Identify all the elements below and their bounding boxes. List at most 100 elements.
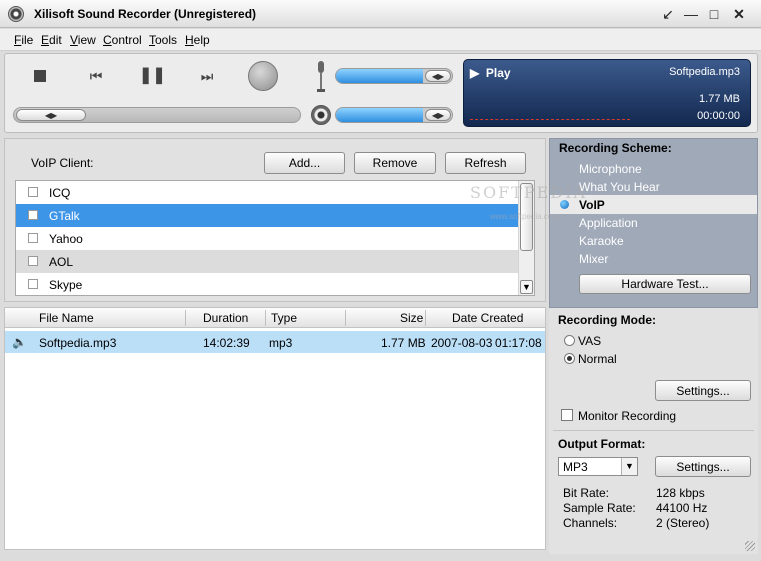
scheme-item-application[interactable]: Application xyxy=(579,216,638,230)
voip-client-row-selected[interactable]: GTalk xyxy=(16,204,520,227)
monitor-recording-label: Monitor Recording xyxy=(578,409,677,423)
display-file-size: 1.77 MB xyxy=(699,93,740,105)
softpedia-watermark-url: www.softpedia.com xyxy=(490,212,559,221)
scheme-item-mixer[interactable]: Mixer xyxy=(579,252,608,266)
output-format-select[interactable]: MP3 ▼ xyxy=(558,457,638,476)
playback-volume-slider[interactable]: ◀▶ xyxy=(335,107,453,123)
app-icon xyxy=(8,6,24,22)
menu-bar: File Edit View Control Tools Help xyxy=(0,29,761,51)
scheme-item-karaoke[interactable]: Karaoke xyxy=(579,234,624,248)
scroll-down-icon[interactable]: ▼ xyxy=(520,280,533,294)
voip-client-row[interactable]: Yahoo xyxy=(16,227,520,250)
client-checkbox[interactable] xyxy=(28,279,38,289)
client-checkbox[interactable] xyxy=(28,210,38,220)
display-file-name: Softpedia.mp3 xyxy=(669,66,740,78)
column-divider[interactable] xyxy=(345,310,346,326)
monitor-recording-checkbox[interactable] xyxy=(561,409,573,421)
minimize-button[interactable]: — xyxy=(683,6,699,22)
file-list-panel: File Name Duration Type Size Date Create… xyxy=(4,307,546,550)
client-checkbox[interactable] xyxy=(28,233,38,243)
time-cell: 01:17:08 xyxy=(495,336,542,350)
minimize-icon[interactable]: ↙ xyxy=(660,6,676,22)
vas-label: VAS xyxy=(578,334,602,348)
type-cell: mp3 xyxy=(269,336,293,350)
previous-button[interactable]: ⏮ xyxy=(84,64,108,88)
record-button[interactable] xyxy=(248,61,278,91)
menu-control[interactable]: Control xyxy=(103,33,142,47)
column-file-name[interactable]: File Name xyxy=(39,311,94,325)
voip-client-row[interactable]: AOL xyxy=(16,250,520,273)
hardware-test-button[interactable]: Hardware Test... xyxy=(579,274,751,294)
recording-mode-heading: Recording Mode: xyxy=(558,313,656,327)
resize-grip-icon[interactable] xyxy=(745,541,755,551)
refresh-button[interactable]: Refresh xyxy=(445,152,526,174)
add-client-button[interactable]: Add... xyxy=(264,152,345,174)
remove-client-button[interactable]: Remove xyxy=(354,152,436,174)
client-checkbox[interactable] xyxy=(28,256,38,266)
menu-edit[interactable]: Edit xyxy=(41,33,62,47)
voip-client-row[interactable]: Skype xyxy=(16,273,520,295)
column-divider[interactable] xyxy=(425,310,426,326)
column-size[interactable]: Size xyxy=(400,311,423,325)
file-row[interactable]: 🔈 Softpedia.mp3 14:02:39 mp3 1.77 MB 200… xyxy=(5,331,545,353)
vas-radio[interactable] xyxy=(564,335,575,346)
column-date-created[interactable]: Date Created xyxy=(452,311,523,325)
record-volume-fill xyxy=(336,69,423,83)
column-duration[interactable]: Duration xyxy=(203,311,248,325)
playback-progress-bar[interactable]: ◀▶ xyxy=(13,107,301,123)
column-divider[interactable] xyxy=(265,310,266,326)
menu-help[interactable]: Help xyxy=(185,33,210,47)
close-icon[interactable]: ✕ xyxy=(731,6,747,22)
speaker-icon: 🔈 xyxy=(12,335,27,349)
file-list-header: File Name Duration Type Size Date Create… xyxy=(5,308,545,328)
speaker-icon xyxy=(311,105,331,125)
record-volume-slider[interactable]: ◀▶ xyxy=(335,68,453,84)
pause-button[interactable]: ❚❚ xyxy=(139,64,166,88)
softpedia-watermark: SOFTPEDIA xyxy=(470,183,587,202)
stop-icon xyxy=(34,70,46,82)
mode-settings-button[interactable]: Settings... xyxy=(655,380,751,401)
window-title: Xilisoft Sound Recorder (Unregistered) xyxy=(34,7,257,21)
playback-volume-thumb[interactable]: ◀▶ xyxy=(425,109,451,121)
next-icon: ⏭ xyxy=(200,68,214,84)
display-time: 00:00:00 xyxy=(697,110,740,122)
normal-radio[interactable] xyxy=(564,353,575,364)
playback-volume-fill xyxy=(336,108,423,122)
channels-label: Channels: xyxy=(563,516,618,530)
previous-icon: ⏮ xyxy=(89,68,103,84)
sample-rate-value: 44100 Hz xyxy=(656,501,708,515)
menu-view[interactable]: View xyxy=(70,33,96,47)
menu-tools[interactable]: Tools xyxy=(149,33,177,47)
scheme-item-what-you-hear[interactable]: What You Hear xyxy=(579,180,660,194)
column-divider[interactable] xyxy=(185,310,186,326)
play-status: ▶ Play xyxy=(470,66,511,80)
sample-rate-label: Sample Rate: xyxy=(563,501,636,515)
play-icon: ▶ xyxy=(470,66,480,80)
duration-cell: 14:02:39 xyxy=(203,336,250,350)
date-cell: 2007-08-03 xyxy=(431,336,493,350)
menu-file[interactable]: File xyxy=(14,33,33,47)
maximize-icon[interactable]: □ xyxy=(706,6,722,22)
record-volume-thumb[interactable]: ◀▶ xyxy=(425,70,451,82)
voip-client-label: VoIP Client: xyxy=(31,156,94,170)
voip-client-row[interactable]: ICQ xyxy=(16,181,520,204)
file-name-cell: Softpedia.mp3 xyxy=(39,336,117,350)
voip-client-list: ICQ GTalk Yahoo AOL Skype ▼ xyxy=(15,180,535,296)
next-button[interactable]: ⏭ xyxy=(195,64,219,88)
recording-scheme-heading: Recording Scheme: xyxy=(559,141,672,155)
voip-client-panel: VoIP Client: Add... Remove Refresh ICQ G… xyxy=(4,138,546,302)
output-format-heading: Output Format: xyxy=(558,437,646,451)
divider xyxy=(553,430,754,431)
title-bar: Xilisoft Sound Recorder (Unregistered) ↙… xyxy=(0,0,761,28)
channels-value: 2 (Stereo) xyxy=(656,516,710,530)
status-display: ▶ Play Softpedia.mp3 1.77 MB 00:00:00 xyxy=(463,59,751,127)
stop-button[interactable] xyxy=(28,64,52,88)
progress-thumb[interactable]: ◀▶ xyxy=(16,109,86,121)
column-type[interactable]: Type xyxy=(271,311,297,325)
output-settings-button[interactable]: Settings... xyxy=(655,456,751,477)
chevron-down-icon[interactable]: ▼ xyxy=(621,458,637,475)
normal-label: Normal xyxy=(578,352,617,366)
client-checkbox[interactable] xyxy=(28,187,38,197)
recording-scheme-box: Recording Scheme: Microphone What You He… xyxy=(549,138,758,308)
scheme-item-microphone[interactable]: Microphone xyxy=(579,162,642,176)
